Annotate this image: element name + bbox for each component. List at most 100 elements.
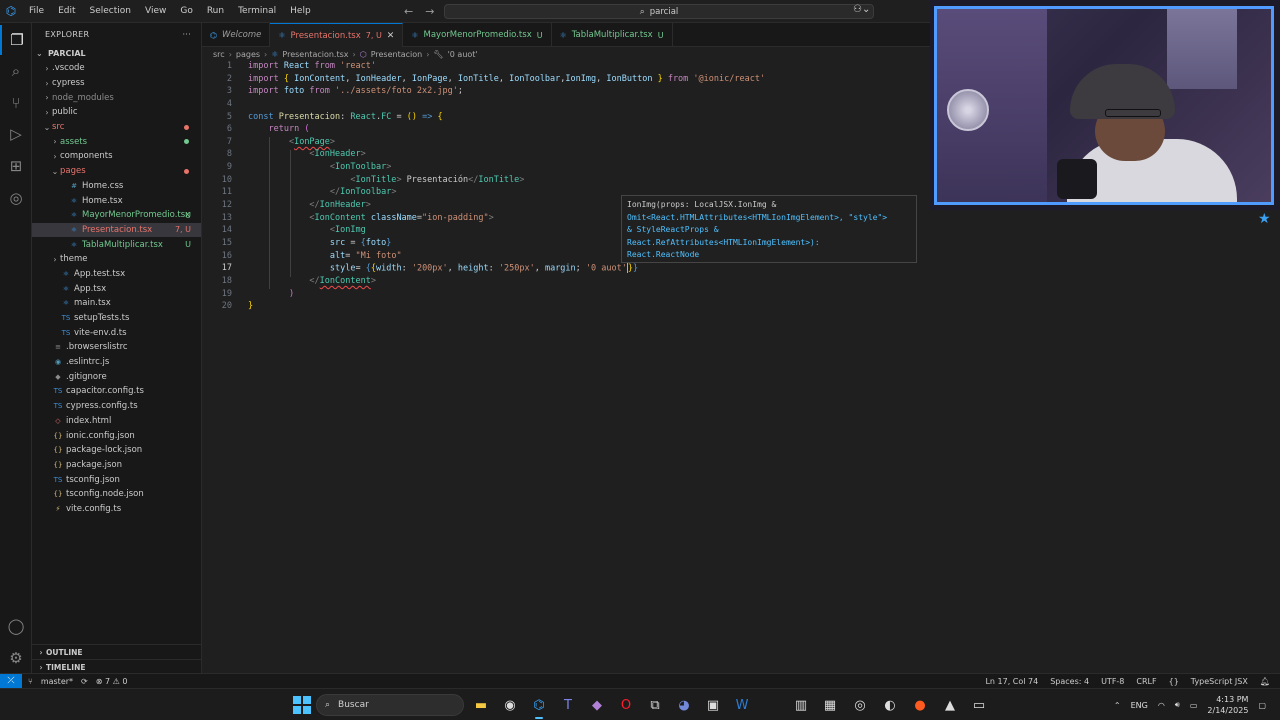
windows-start-icon[interactable] [293, 696, 311, 714]
editor-tab[interactable]: ⚛ MayorMenorPromedio.tsx U [403, 23, 552, 47]
end-of-line[interactable]: CRLF [1136, 677, 1156, 686]
explorer-icon[interactable]: ❐ [0, 25, 32, 55]
breadcrumb-property[interactable]: '0 auot' [448, 50, 478, 59]
capcut-icon[interactable]: ⧉ [645, 695, 665, 715]
tree-item[interactable]: › cypress [32, 76, 201, 91]
tree-item[interactable]: {} package-lock.json [32, 443, 201, 458]
media-icon[interactable]: ▦ [820, 695, 840, 715]
outline-section[interactable]: › OUTLINE [32, 644, 202, 659]
forward-arrow-icon[interactable]: → [425, 0, 434, 23]
more-actions-icon[interactable]: ··· [182, 30, 191, 39]
tree-item[interactable]: ⚛ App.tsx [32, 281, 201, 296]
editor-tab[interactable]: ⌬ Welcome [202, 23, 271, 47]
tree-item[interactable]: ⌄ pages [32, 164, 201, 179]
editor-tab[interactable]: ⚛ TablaMultiplicar.tsx U [552, 23, 673, 47]
clock[interactable]: 4:13 PM 2/14/2025 [1207, 694, 1248, 716]
menu-view[interactable]: View [138, 0, 173, 23]
extensions-icon[interactable]: ⊞ [0, 151, 32, 181]
notifications-bell-icon[interactable]: 🔔︎ [1260, 677, 1270, 686]
tree-item[interactable]: {} ionic.config.json [32, 428, 201, 443]
terminal-icon[interactable]: ▭ [969, 695, 989, 715]
audio-app-icon[interactable]: ▥ [791, 695, 811, 715]
close-icon[interactable]: ✕ [387, 31, 395, 41]
indentation[interactable]: Spaces: 4 [1050, 677, 1089, 686]
opera-icon[interactable]: O [616, 695, 636, 715]
settings-gear-icon[interactable]: ⚙ [0, 643, 32, 673]
tree-item[interactable]: › theme [32, 252, 201, 267]
tree-item[interactable]: › .vscode [32, 61, 201, 76]
tree-item[interactable]: TS capacitor.config.ts [32, 384, 201, 399]
tree-item[interactable]: {} package.json [32, 458, 201, 473]
breadcrumb-symbol[interactable]: Presentacion [371, 50, 423, 59]
tray-chevron-up-icon[interactable]: ⌃ [1114, 701, 1121, 710]
breadcrumb-file[interactable]: Presentacion.tsx [282, 50, 348, 59]
word-icon[interactable]: W [732, 695, 752, 715]
account-icon[interactable]: ◯ [0, 611, 32, 641]
remote-explorer-icon[interactable]: ◎ [0, 183, 32, 213]
visual-studio-icon[interactable]: ◆ [587, 695, 607, 715]
encoding[interactable]: UTF-8 [1101, 677, 1124, 686]
menu-run[interactable]: Run [200, 0, 231, 23]
discord-icon[interactable]: ◕ [674, 695, 694, 715]
tree-item[interactable]: ⚛ main.tsx [32, 296, 201, 311]
steam-icon[interactable]: ◉ [500, 695, 520, 715]
battery-icon[interactable]: ▭ [1190, 701, 1198, 710]
tree-item[interactable]: ⚛ App.test.tsx [32, 267, 201, 282]
wifi-icon[interactable]: ◠ [1158, 701, 1165, 710]
taskbar-search[interactable]: ⌕ Buscar [316, 694, 464, 716]
back-arrow-icon[interactable]: ← [404, 0, 413, 23]
tree-item[interactable]: ⚡ vite.config.ts [32, 502, 201, 517]
timeline-section[interactable]: › TIMELINE [32, 659, 202, 674]
editor-tab[interactable]: ⚛ Presentacion.tsx 7, U ✕ [270, 23, 404, 47]
file-explorer-icon[interactable]: ▬ [471, 695, 491, 715]
tree-item[interactable]: TS tsconfig.json [32, 472, 201, 487]
tree-item[interactable]: TS cypress.config.ts [32, 399, 201, 414]
breadcrumb-src[interactable]: src [213, 50, 225, 59]
remote-indicator-icon[interactable]: ⤫ [0, 673, 22, 689]
vscode-taskbar-icon[interactable]: ⌬ [529, 695, 549, 719]
epic-games-icon[interactable]: ▣ [703, 695, 723, 715]
menu-edit[interactable]: Edit [51, 0, 82, 23]
ea-icon[interactable]: ● [910, 695, 930, 715]
sync-icon[interactable]: ⟳ [81, 677, 88, 686]
tree-item[interactable]: ⚛ Presentacion.tsx 7, U [32, 222, 201, 238]
tree-item[interactable]: ≡ .browserslistrc [32, 340, 201, 355]
tree-item[interactable]: ◆ .gitignore [32, 369, 201, 384]
keyboard-language[interactable]: ENG [1131, 701, 1148, 710]
tree-item[interactable]: # Home.css [32, 179, 201, 194]
search-view-icon[interactable]: ⌕ [0, 56, 32, 86]
menu-terminal[interactable]: Terminal [231, 0, 283, 23]
app-icon[interactable]: ▲ [940, 695, 960, 715]
tree-item[interactable]: TS vite-env.d.ts [32, 325, 201, 340]
volume-icon[interactable]: 🔊︎ [1175, 700, 1180, 710]
tree-item[interactable]: {} tsconfig.node.json [32, 487, 201, 502]
run-debug-icon[interactable]: ▷ [0, 119, 32, 149]
tree-item[interactable]: ◉ .eslintrc.js [32, 355, 201, 370]
tree-item[interactable]: › components [32, 149, 201, 164]
problems-count[interactable]: ⊗ 7 ⚠ 0 [96, 677, 128, 686]
tree-item[interactable]: ⚛ Home.tsx [32, 193, 201, 208]
menu-go[interactable]: Go [173, 0, 199, 23]
tree-item[interactable]: TS setupTests.ts [32, 311, 201, 326]
source-control-icon[interactable]: ⑂ [0, 88, 32, 118]
tree-item[interactable]: › public [32, 105, 201, 120]
code-editor[interactable]: 1 import React from 'react' 2 import { IonC… [202, 61, 930, 314]
tree-item[interactable]: ⚛ TablaMultiplicar.tsx U [32, 237, 201, 252]
tree-item[interactable]: ◇ index.html [32, 414, 201, 429]
workspace-root[interactable]: ⌄ PARCIAL [32, 45, 201, 61]
tree-item[interactable]: › assets [32, 134, 201, 149]
tree-item[interactable]: › node_modules [32, 90, 201, 105]
command-center-search[interactable]: ⌕ parcial [444, 4, 874, 19]
tree-item[interactable]: ⌄ src [32, 120, 201, 135]
github-icon[interactable]: ◐ [880, 695, 900, 715]
menu-help[interactable]: Help [283, 0, 318, 23]
git-branch[interactable]: master* [41, 677, 73, 686]
notification-center-icon[interactable]: ▢ [1258, 701, 1266, 710]
cursor-position[interactable]: Ln 17, Col 74 [985, 677, 1038, 686]
copilot-icon[interactable]: ⚇⌄ [853, 4, 870, 15]
chrome-icon[interactable]: ◎ [850, 695, 870, 715]
tree-item[interactable]: ⚛ MayorMenorPromedio.tsx U [32, 208, 201, 223]
breadcrumb-pages[interactable]: pages [236, 50, 260, 59]
menu-file[interactable]: File [22, 0, 51, 23]
menu-selection[interactable]: Selection [83, 0, 138, 23]
